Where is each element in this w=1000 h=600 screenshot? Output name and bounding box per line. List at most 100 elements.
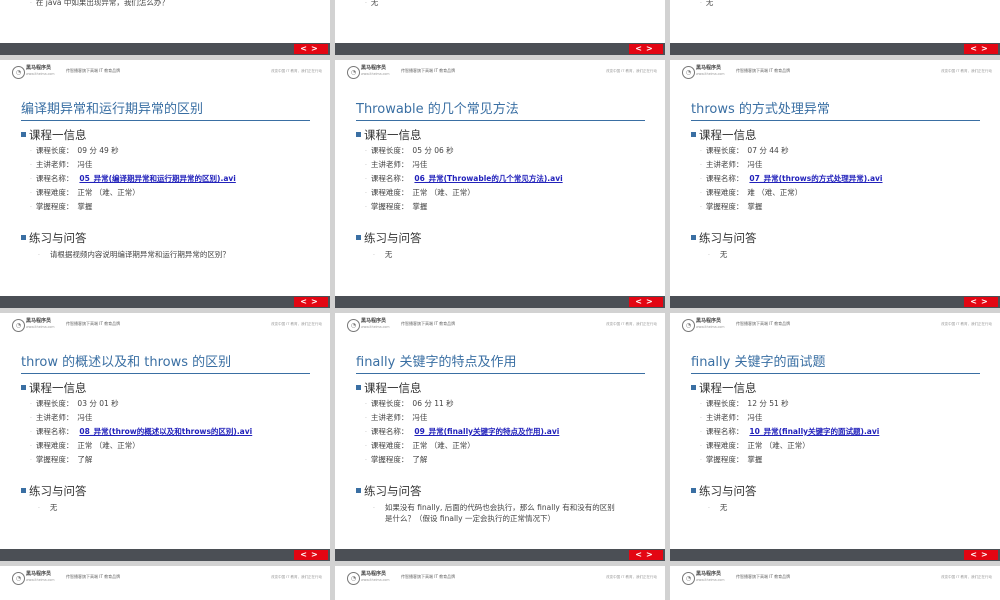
next-button[interactable]: > (311, 550, 322, 559)
video-file-link[interactable]: 09_异常(finally关键字的特点及作用).avi (414, 427, 559, 436)
bullet-icon: · (30, 401, 32, 408)
section-qa: 练习与问答 (356, 231, 422, 245)
qa-text: 无 (705, 0, 714, 7)
info-row-length: · 课程长度： 12 分 51 秒 (700, 399, 789, 410)
bullet-icon: · (373, 252, 375, 259)
info-value: 掌握 (747, 202, 763, 211)
qa-item: · 无 (373, 250, 392, 261)
prev-button[interactable]: < (970, 550, 981, 559)
info-label: 课程难度： (35, 441, 74, 450)
slide-partial-top: · 无 <> (335, 0, 665, 55)
info-label: 主讲老师： (705, 160, 744, 169)
bullet-icon: · (30, 429, 32, 436)
slide-partial-bottom: ◔ 黑马程序员 www.itheima.com 传智播客旗下高端 IT 教育品牌 改变中… (670, 566, 1000, 600)
slide-title: finally 关键字的特点及作用 (356, 355, 517, 370)
logo-url: www.itheima.com (361, 578, 390, 582)
title-rule (691, 120, 980, 121)
info-label: 课程难度： (370, 188, 409, 197)
info-value: 03 分 01 秒 (77, 399, 119, 408)
info-row-teacher: · 主讲老师： 冯佳 (700, 413, 762, 424)
qa-text-continued: 是什么？（假设 finally 一定会执行的正常情况下） (385, 514, 555, 523)
bullet-icon: · (700, 0, 702, 7)
bullet-icon: · (30, 443, 32, 450)
info-row-length: · 课程长度： 06 分 11 秒 (365, 399, 454, 410)
next-button[interactable]: > (981, 550, 992, 559)
section-label: 课程一信息 (364, 128, 422, 142)
header-tagline: 改变中国 IT 教育，我们正在行动 (271, 322, 322, 326)
info-value: 了解 (412, 455, 428, 464)
logo-url: www.itheima.com (361, 72, 390, 76)
info-value: 冯佳 (747, 160, 763, 169)
prev-button[interactable]: < (635, 44, 646, 53)
info-value: 09 分 49 秒 (77, 146, 119, 155)
logo-text: 黑马程序员 (361, 65, 387, 71)
prev-button[interactable]: < (970, 297, 981, 306)
prev-button[interactable]: < (300, 297, 311, 306)
logo-url: www.itheima.com (26, 72, 55, 76)
slide-nav: <> (629, 550, 663, 560)
video-file-link[interactable]: 05_异常(编译期异常和运行期异常的区别).avi (79, 174, 235, 183)
title-rule (21, 373, 310, 374)
slide-footer: <> (335, 43, 665, 55)
slide-nav: <> (629, 44, 663, 54)
info-value: 掌握 (747, 455, 763, 464)
bullet-icon: · (30, 190, 32, 197)
info-row-difficulty: · 课程难度： 正常 （难、正常） (700, 441, 810, 452)
header-tagline: 改变中国 IT 教育，我们正在行动 (271, 69, 322, 73)
section-course-info: 课程一信息 (691, 381, 757, 395)
square-bullet-icon (21, 385, 26, 390)
lesson-slide: ◔ 黑马程序员 www.itheima.com 传智播客旗下高端 IT 教育品牌 改变中… (335, 60, 665, 308)
video-file-link[interactable]: 06_异常(Throwable的几个常见方法).avi (414, 174, 562, 183)
bullet-icon: · (700, 162, 702, 169)
logo-url: www.itheima.com (696, 325, 725, 329)
next-button[interactable]: > (646, 297, 657, 306)
logo-url: www.itheima.com (26, 578, 55, 582)
header-tagline: 改变中国 IT 教育，我们正在行动 (271, 575, 322, 579)
info-label: 主讲老师： (35, 413, 74, 422)
next-button[interactable]: > (646, 550, 657, 559)
bullet-icon: · (38, 505, 40, 512)
bullet-icon: · (365, 190, 367, 197)
info-row-mastery: · 掌握程度： 了解 (365, 455, 427, 466)
header-tagline: 改变中国 IT 教育，我们正在行动 (606, 322, 657, 326)
info-value: 掌握 (412, 202, 428, 211)
qa-item: · 无 (708, 503, 727, 514)
qa-item: · 无 (700, 0, 713, 9)
qa-item: · 在 java 中如果出现异常，我们怎么办？ (30, 0, 169, 9)
slide-footer: <> (335, 549, 665, 561)
section-label: 练习与问答 (699, 231, 757, 245)
bullet-icon: · (38, 252, 40, 259)
video-file-link[interactable]: 07_异常(throws的方式处理异常).avi (749, 174, 882, 183)
logo-icon: ◔ (682, 319, 695, 332)
next-button[interactable]: > (981, 44, 992, 53)
slide-header: ◔ 黑马程序员 www.itheima.com 传智播客旗下高端 IT 教育品牌 改变中… (0, 313, 330, 333)
bullet-icon: · (700, 190, 702, 197)
info-label: 掌握程度： (370, 202, 409, 211)
video-file-link[interactable]: 08_异常(throw的概述以及和throws的区别).avi (79, 427, 252, 436)
prev-button[interactable]: < (635, 297, 646, 306)
slide-title: finally 关键字的面试题 (691, 355, 826, 370)
slide-title: Throwable 的几个常见方法 (356, 102, 519, 117)
logo-url: www.itheima.com (696, 578, 725, 582)
next-button[interactable]: > (646, 44, 657, 53)
header-slogan: 传智播客旗下高端 IT 教育品牌 (66, 68, 121, 73)
logo-icon: ◔ (12, 572, 25, 585)
next-button[interactable]: > (981, 297, 992, 306)
section-course-info: 课程一信息 (21, 128, 87, 142)
bullet-icon: · (700, 176, 702, 183)
info-row-name: · 课程名称： 07_异常(throws的方式处理异常).avi (700, 174, 883, 185)
bullet-icon: · (365, 162, 367, 169)
slide-nav: <> (294, 550, 328, 560)
prev-button[interactable]: < (635, 550, 646, 559)
bullet-icon: · (30, 0, 32, 7)
next-button[interactable]: > (311, 297, 322, 306)
slide-header: ◔ 黑马程序员 www.itheima.com 传智播客旗下高端 IT 教育品牌 改变中… (0, 566, 330, 586)
qa-item: · 请根据视频内容说明编译期异常和运行期异常的区别？ (38, 250, 230, 261)
prev-button[interactable]: < (300, 44, 311, 53)
prev-button[interactable]: < (970, 44, 981, 53)
prev-button[interactable]: < (300, 550, 311, 559)
next-button[interactable]: > (311, 44, 322, 53)
slide-nav: <> (964, 550, 998, 560)
video-file-link[interactable]: 10_异常(finally关键字的面试题).avi (749, 427, 879, 436)
header-tagline: 改变中国 IT 教育，我们正在行动 (606, 575, 657, 579)
